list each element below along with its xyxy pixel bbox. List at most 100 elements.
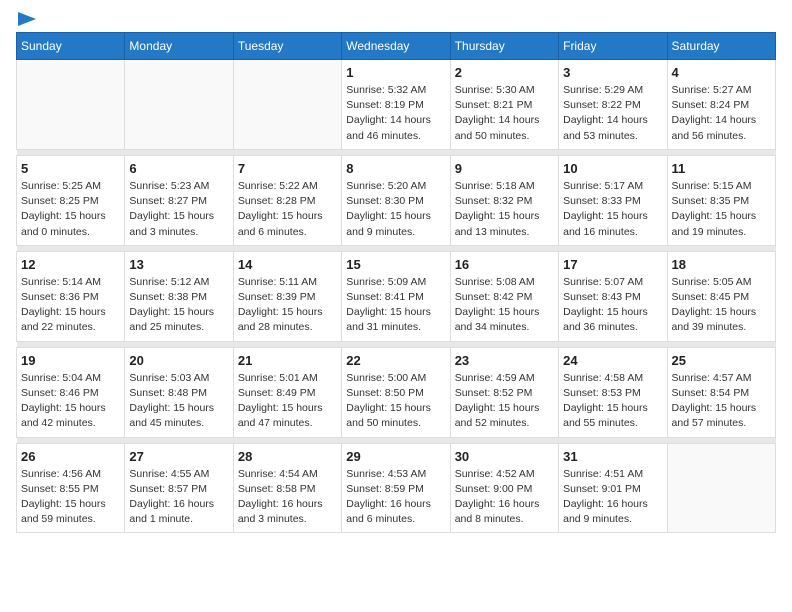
day-number: 21	[238, 353, 337, 368]
calendar-cell	[233, 60, 341, 150]
day-number: 25	[672, 353, 771, 368]
day-info: Sunrise: 5:08 AMSunset: 8:42 PMDaylight:…	[455, 275, 554, 336]
weekday-header-row: SundayMondayTuesdayWednesdayThursdayFrid…	[17, 33, 776, 60]
day-number: 20	[129, 353, 228, 368]
day-number: 12	[21, 257, 120, 272]
day-info: Sunrise: 5:12 AMSunset: 8:38 PMDaylight:…	[129, 275, 228, 336]
day-number: 15	[346, 257, 445, 272]
day-info: Sunrise: 4:54 AMSunset: 8:58 PMDaylight:…	[238, 467, 337, 528]
calendar-cell: 18 Sunrise: 5:05 AMSunset: 8:45 PMDayligh…	[667, 251, 775, 341]
calendar-cell: 16 Sunrise: 5:08 AMSunset: 8:42 PMDayligh…	[450, 251, 558, 341]
calendar-cell: 10 Sunrise: 5:17 AMSunset: 8:33 PMDayligh…	[559, 155, 667, 245]
day-info: Sunrise: 4:59 AMSunset: 8:52 PMDaylight:…	[455, 371, 554, 432]
logo	[16, 16, 36, 26]
day-info: Sunrise: 4:56 AMSunset: 8:55 PMDaylight:…	[21, 467, 120, 528]
day-info: Sunrise: 5:11 AMSunset: 8:39 PMDaylight:…	[238, 275, 337, 336]
calendar-cell: 31 Sunrise: 4:51 AMSunset: 9:01 PMDayligh…	[559, 443, 667, 533]
day-number: 27	[129, 449, 228, 464]
calendar-cell: 27 Sunrise: 4:55 AMSunset: 8:57 PMDayligh…	[125, 443, 233, 533]
day-number: 1	[346, 65, 445, 80]
calendar-cell: 12 Sunrise: 5:14 AMSunset: 8:36 PMDayligh…	[17, 251, 125, 341]
day-info: Sunrise: 4:55 AMSunset: 8:57 PMDaylight:…	[129, 467, 228, 528]
calendar-cell: 20 Sunrise: 5:03 AMSunset: 8:48 PMDayligh…	[125, 347, 233, 437]
week-row-2: 5 Sunrise: 5:25 AMSunset: 8:25 PMDaylight…	[17, 155, 776, 245]
day-number: 8	[346, 161, 445, 176]
calendar-cell	[125, 60, 233, 150]
week-row-4: 19 Sunrise: 5:04 AMSunset: 8:46 PMDayligh…	[17, 347, 776, 437]
day-info: Sunrise: 4:51 AMSunset: 9:01 PMDaylight:…	[563, 467, 662, 528]
day-info: Sunrise: 4:52 AMSunset: 9:00 PMDaylight:…	[455, 467, 554, 528]
day-number: 23	[455, 353, 554, 368]
day-number: 16	[455, 257, 554, 272]
calendar-cell: 29 Sunrise: 4:53 AMSunset: 8:59 PMDayligh…	[342, 443, 450, 533]
day-number: 11	[672, 161, 771, 176]
calendar-cell: 14 Sunrise: 5:11 AMSunset: 8:39 PMDayligh…	[233, 251, 341, 341]
calendar-cell: 26Sunrise: 4:56 AMSunset: 8:55 PMDayligh…	[17, 443, 125, 533]
calendar-cell: 19 Sunrise: 5:04 AMSunset: 8:46 PMDayligh…	[17, 347, 125, 437]
day-info: Sunrise: 5:25 AMSunset: 8:25 PMDaylight:…	[21, 179, 120, 240]
header-monday: Monday	[125, 33, 233, 60]
day-number: 28	[238, 449, 337, 464]
day-number: 29	[346, 449, 445, 464]
day-info: Sunrise: 4:53 AMSunset: 8:59 PMDaylight:…	[346, 467, 445, 528]
day-number: 18	[672, 257, 771, 272]
calendar-cell: 28 Sunrise: 4:54 AMSunset: 8:58 PMDayligh…	[233, 443, 341, 533]
day-info: Sunrise: 5:09 AMSunset: 8:41 PMDaylight:…	[346, 275, 445, 336]
header-wednesday: Wednesday	[342, 33, 450, 60]
day-number: 10	[563, 161, 662, 176]
day-number: 13	[129, 257, 228, 272]
day-info: Sunrise: 5:04 AMSunset: 8:46 PMDaylight:…	[21, 371, 120, 432]
calendar-table: SundayMondayTuesdayWednesdayThursdayFrid…	[16, 32, 776, 533]
day-info: Sunrise: 5:05 AMSunset: 8:45 PMDaylight:…	[672, 275, 771, 336]
calendar-cell: 30 Sunrise: 4:52 AMSunset: 9:00 PMDayligh…	[450, 443, 558, 533]
calendar-cell: 6Sunrise: 5:23 AMSunset: 8:27 PMDaylight…	[125, 155, 233, 245]
day-info: Sunrise: 5:00 AMSunset: 8:50 PMDaylight:…	[346, 371, 445, 432]
day-number: 3	[563, 65, 662, 80]
header-thursday: Thursday	[450, 33, 558, 60]
day-info: Sunrise: 5:15 AMSunset: 8:35 PMDaylight:…	[672, 179, 771, 240]
calendar-cell: 21 Sunrise: 5:01 AMSunset: 8:49 PMDayligh…	[233, 347, 341, 437]
header-tuesday: Tuesday	[233, 33, 341, 60]
calendar-cell: 22 Sunrise: 5:00 AMSunset: 8:50 PMDayligh…	[342, 347, 450, 437]
day-number: 7	[238, 161, 337, 176]
day-info: Sunrise: 5:22 AMSunset: 8:28 PMDaylight:…	[238, 179, 337, 240]
day-number: 22	[346, 353, 445, 368]
day-info: Sunrise: 5:03 AMSunset: 8:48 PMDaylight:…	[129, 371, 228, 432]
day-info: Sunrise: 5:14 AMSunset: 8:36 PMDaylight:…	[21, 275, 120, 336]
day-info: Sunrise: 5:17 AMSunset: 8:33 PMDaylight:…	[563, 179, 662, 240]
calendar-cell: 3 Sunrise: 5:29 AMSunset: 8:22 PMDaylight…	[559, 60, 667, 150]
day-info: Sunrise: 5:07 AMSunset: 8:43 PMDaylight:…	[563, 275, 662, 336]
calendar-cell: 8 Sunrise: 5:20 AMSunset: 8:30 PMDaylight…	[342, 155, 450, 245]
day-info: Sunrise: 5:23 AMSunset: 8:27 PMDaylight:…	[129, 179, 228, 240]
calendar-cell: 11 Sunrise: 5:15 AMSunset: 8:35 PMDayligh…	[667, 155, 775, 245]
day-info: Sunrise: 5:30 AMSunset: 8:21 PMDaylight:…	[455, 83, 554, 144]
calendar-cell: 1 Sunrise: 5:32 AMSunset: 8:19 PMDaylight…	[342, 60, 450, 150]
day-info: Sunrise: 4:57 AMSunset: 8:54 PMDaylight:…	[672, 371, 771, 432]
day-info: Sunrise: 4:58 AMSunset: 8:53 PMDaylight:…	[563, 371, 662, 432]
day-number: 9	[455, 161, 554, 176]
day-info: Sunrise: 5:32 AMSunset: 8:19 PMDaylight:…	[346, 83, 445, 144]
day-number: 30	[455, 449, 554, 464]
header-saturday: Saturday	[667, 33, 775, 60]
day-info: Sunrise: 5:18 AMSunset: 8:32 PMDaylight:…	[455, 179, 554, 240]
calendar-cell: 5 Sunrise: 5:25 AMSunset: 8:25 PMDaylight…	[17, 155, 125, 245]
week-row-5: 26Sunrise: 4:56 AMSunset: 8:55 PMDayligh…	[17, 443, 776, 533]
day-number: 4	[672, 65, 771, 80]
calendar-cell: 9 Sunrise: 5:18 AMSunset: 8:32 PMDaylight…	[450, 155, 558, 245]
header-friday: Friday	[559, 33, 667, 60]
day-info: Sunrise: 5:29 AMSunset: 8:22 PMDaylight:…	[563, 83, 662, 144]
calendar-cell: 2 Sunrise: 5:30 AMSunset: 8:21 PMDaylight…	[450, 60, 558, 150]
calendar-cell	[17, 60, 125, 150]
calendar-cell: 25 Sunrise: 4:57 AMSunset: 8:54 PMDayligh…	[667, 347, 775, 437]
day-number: 5	[21, 161, 120, 176]
day-number: 2	[455, 65, 554, 80]
day-number: 24	[563, 353, 662, 368]
day-number: 19	[21, 353, 120, 368]
day-info: Sunrise: 5:20 AMSunset: 8:30 PMDaylight:…	[346, 179, 445, 240]
day-number: 31	[563, 449, 662, 464]
day-info: Sunrise: 5:01 AMSunset: 8:49 PMDaylight:…	[238, 371, 337, 432]
day-number: 14	[238, 257, 337, 272]
logo-flag-icon	[18, 12, 36, 26]
header-sunday: Sunday	[17, 33, 125, 60]
calendar-cell: 7 Sunrise: 5:22 AMSunset: 8:28 PMDaylight…	[233, 155, 341, 245]
